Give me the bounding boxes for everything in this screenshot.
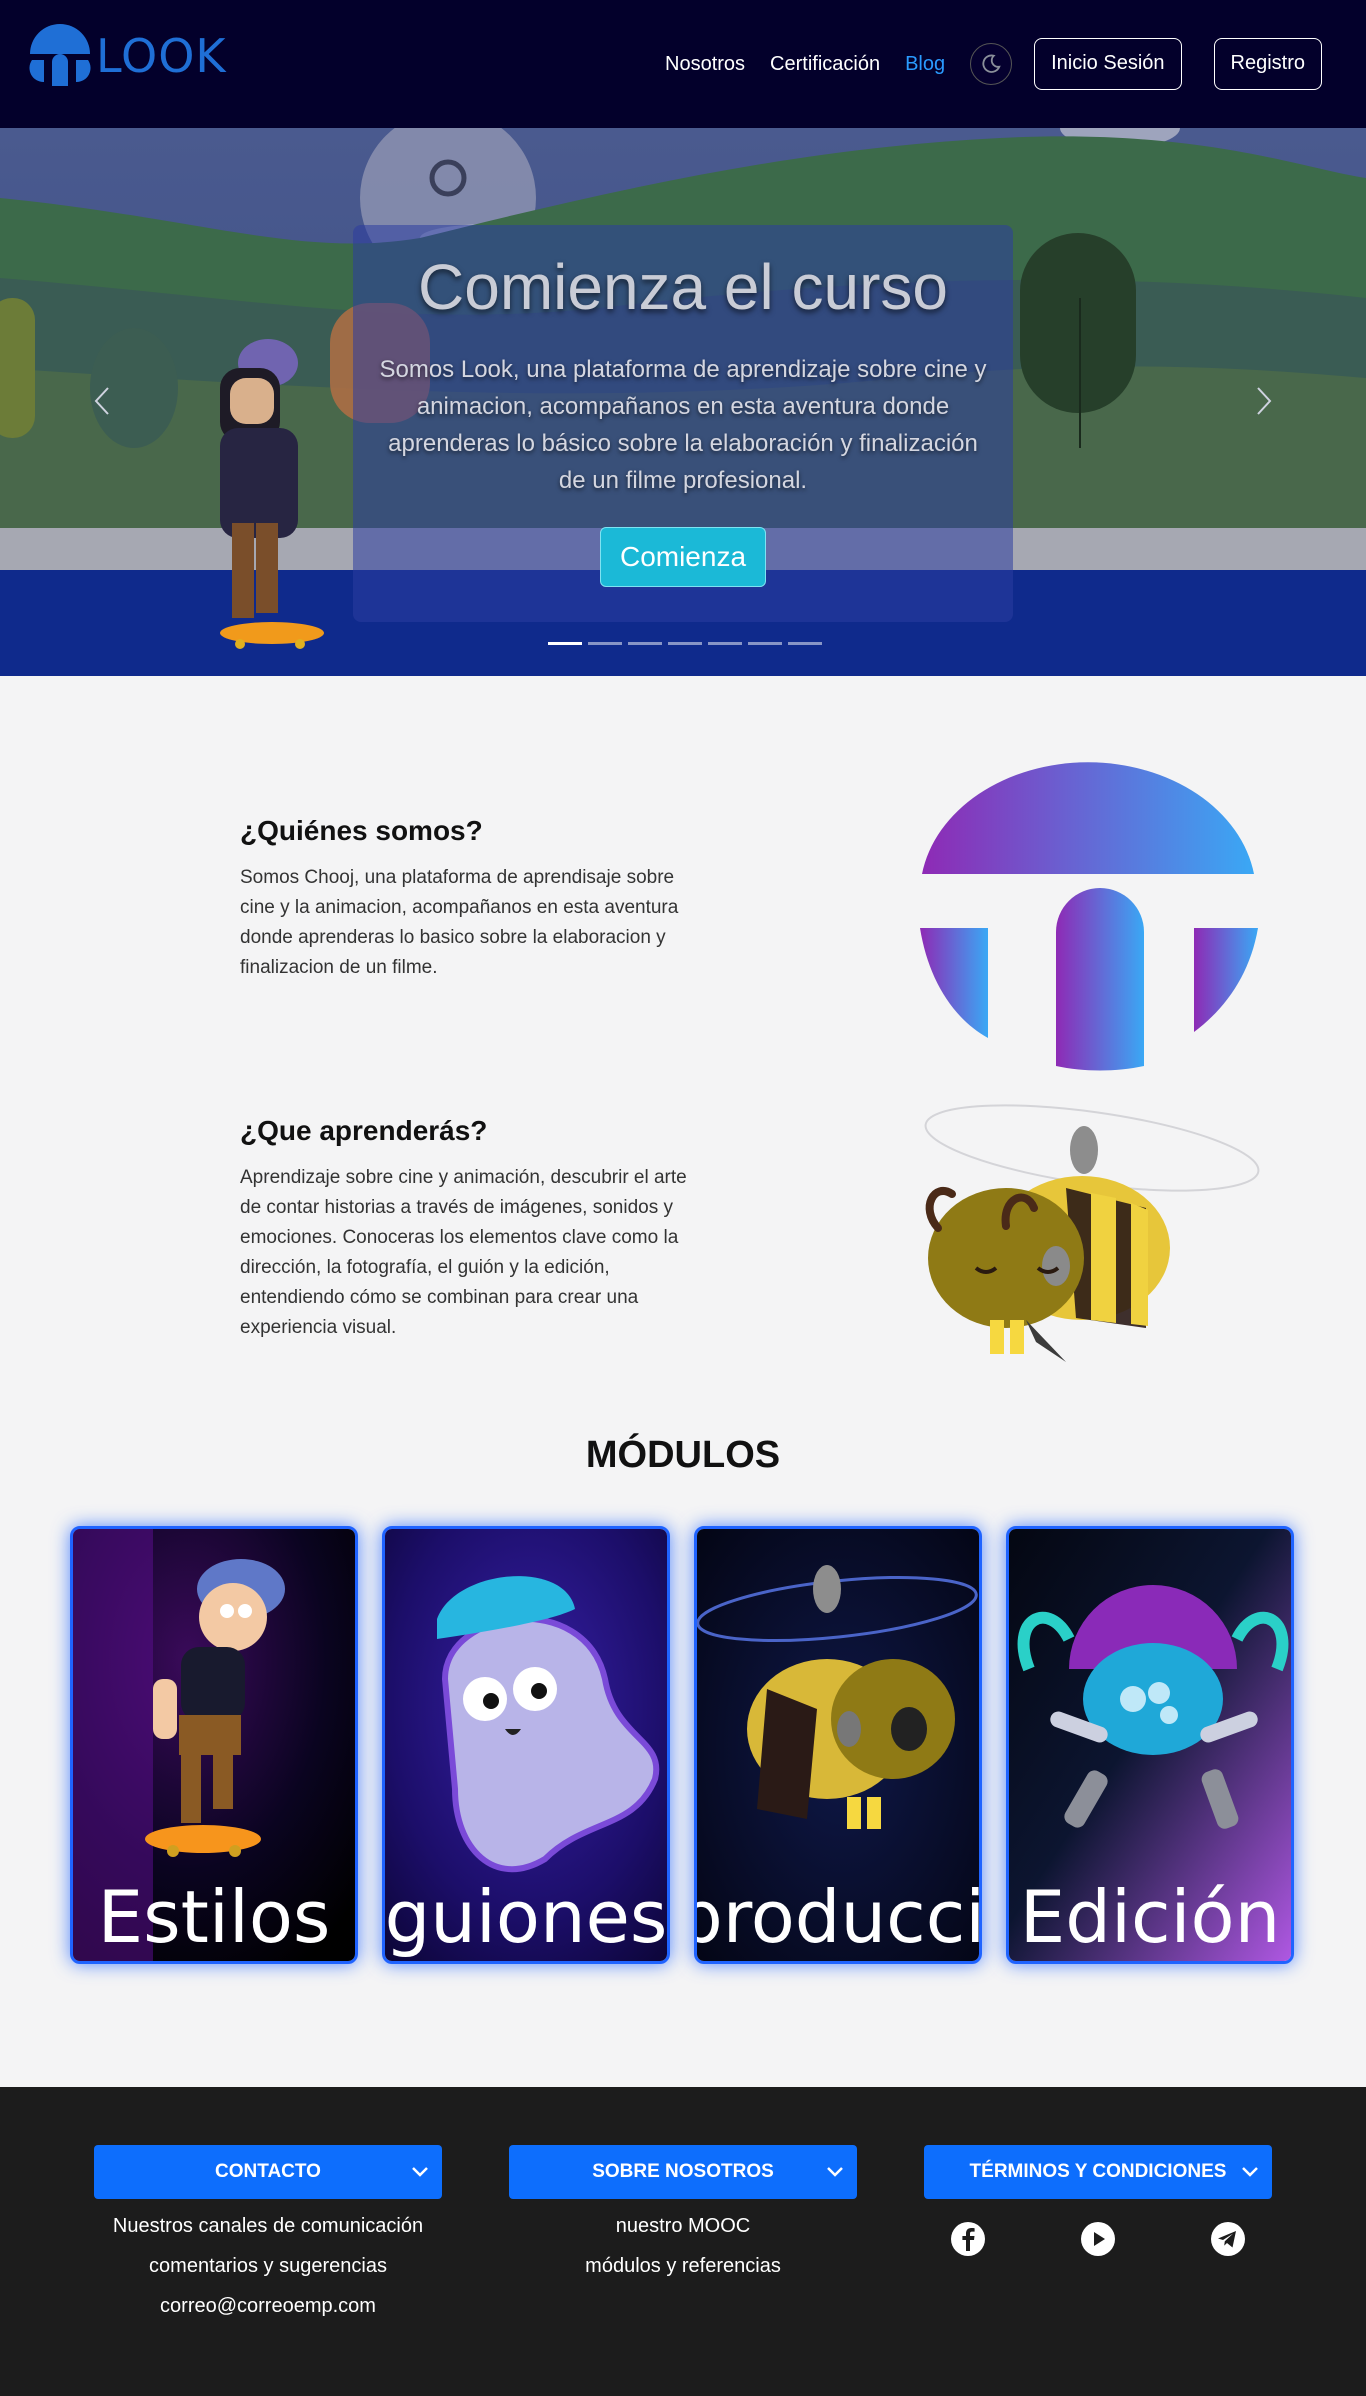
about-label: SOBRE NOSOTROS: [592, 2161, 774, 2182]
module-label: Estilos: [97, 1875, 331, 1959]
carousel-indicators: [548, 642, 828, 645]
contact-dropdown-button[interactable]: CONTACTO: [94, 2145, 442, 2199]
carousel-indicator[interactable]: [748, 642, 782, 645]
module-card-edicion[interactable]: Edición: [1006, 1526, 1294, 1964]
module-card-produccion[interactable]: producción: [694, 1526, 982, 1964]
footer: CONTACTO Nuestros canales de comunicació…: [0, 2087, 1366, 2396]
carousel-indicator[interactable]: [548, 642, 582, 645]
footer-terms-column: TÉRMINOS Y CONDICIONES: [924, 2145, 1272, 2257]
nav-link-certificacion[interactable]: Certificación: [770, 53, 880, 76]
about-dropdown-button[interactable]: SOBRE NOSOTROS: [509, 2145, 857, 2199]
hero-start-button[interactable]: Comienza: [600, 527, 766, 587]
about-title: ¿Que aprenderás?: [240, 1115, 488, 1146]
hero-caption: Comienza el curso Somos Look, una plataf…: [353, 225, 1013, 622]
brand-name: LOOK: [96, 29, 227, 83]
hero-title: Comienza el curso: [418, 251, 948, 323]
module-label: Edición: [1019, 1875, 1281, 1959]
module-card-guiones[interactable]: guiones: [382, 1526, 670, 1964]
hero-carousel: Comienza el curso Somos Look, una plataf…: [0, 128, 1366, 676]
register-button[interactable]: Registro: [1213, 38, 1322, 90]
carousel-indicator[interactable]: [708, 642, 742, 645]
footer-contact-column: CONTACTO Nuestros canales de comunicació…: [94, 2145, 442, 2319]
about-text: Aprendizaje sobre cine y animación, desc…: [240, 1167, 687, 1338]
login-button[interactable]: Inicio Sesión: [1034, 38, 1182, 90]
navbar: LOOK Nosotros Certificación Blog Inicio …: [0, 0, 1366, 128]
moon-icon: [982, 54, 1001, 73]
footer-about-column: SOBRE NOSOTROS nuestro MOOC módulos y re…: [509, 2145, 857, 2279]
youtube-icon[interactable]: [1080, 2221, 1116, 2257]
about-title: ¿Quiénes somos?: [240, 815, 483, 846]
module-label: producción: [694, 1875, 979, 1959]
look-logo-icon: [29, 24, 91, 86]
social-links: [924, 2221, 1272, 2257]
carousel-indicator[interactable]: [788, 642, 822, 645]
nav-link-nosotros[interactable]: Nosotros: [665, 53, 745, 76]
telegram-icon[interactable]: [1210, 2221, 1246, 2257]
module-card-estilos[interactable]: Estilos: [70, 1526, 358, 1964]
modules-title: MÓDULOS: [585, 1434, 781, 1476]
footer-link-channels[interactable]: Nuestros canales de comunicación: [94, 2213, 442, 2239]
carousel-next-button[interactable]: [1248, 386, 1278, 416]
module-label: guiones: [384, 1875, 668, 1959]
hero-description: Somos Look, una plataforma de aprendizaj…: [379, 356, 987, 494]
footer-link-feedback[interactable]: comentarios y sugerencias: [94, 2253, 442, 2279]
about-what-you-learn: ¿Que aprenderás? Aprendizaje sobre cine …: [240, 1115, 710, 1343]
chevron-down-icon: [412, 2167, 428, 2177]
footer-link-modules[interactable]: módulos y referencias: [509, 2253, 857, 2279]
carousel-indicator[interactable]: [668, 642, 702, 645]
chevron-down-icon: [1242, 2167, 1258, 2177]
contact-label: CONTACTO: [215, 2161, 321, 2182]
nav-link-blog[interactable]: Blog: [905, 53, 945, 76]
chevron-down-icon: [827, 2167, 843, 2177]
carousel-prev-button[interactable]: [88, 386, 118, 416]
footer-email[interactable]: correo@correoemp.com: [94, 2293, 442, 2319]
theme-toggle-button[interactable]: [970, 43, 1013, 85]
carousel-indicator[interactable]: [628, 642, 662, 645]
about-who-we-are: ¿Quiénes somos? Somos Chooj, una platafo…: [240, 815, 710, 983]
bee-character-illustration: [924, 1104, 1260, 1362]
terms-label: TÉRMINOS Y CONDICIONES: [969, 2161, 1227, 2182]
terms-dropdown-button[interactable]: TÉRMINOS Y CONDICIONES: [924, 2145, 1272, 2199]
nav-links: Nosotros Certificación Blog Inicio Sesió…: [665, 38, 1322, 90]
carousel-indicator[interactable]: [588, 642, 622, 645]
look-logo-large-icon: [920, 762, 1258, 1071]
brand-logo[interactable]: LOOK: [28, 24, 227, 88]
footer-link-mooc[interactable]: nuestro MOOC: [509, 2213, 857, 2239]
facebook-icon[interactable]: [950, 2221, 986, 2257]
about-text: Somos Chooj, una plataforma de aprendisa…: [240, 867, 679, 978]
